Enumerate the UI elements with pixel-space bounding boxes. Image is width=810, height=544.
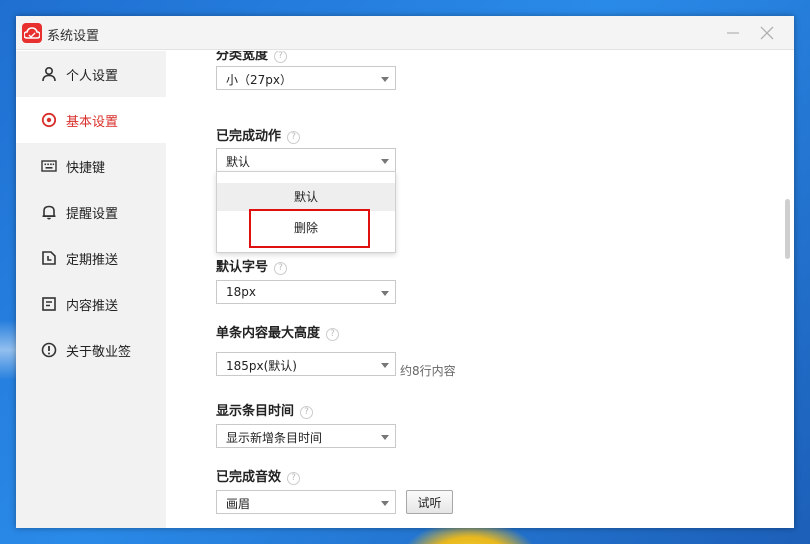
bell-icon bbox=[42, 205, 56, 220]
minimize-button[interactable] bbox=[722, 22, 744, 44]
chevron-down-icon bbox=[381, 363, 389, 368]
default-font-size-value: 18px bbox=[226, 285, 256, 299]
close-icon bbox=[760, 26, 774, 40]
sidebar-item-personal[interactable]: 个人设置 bbox=[16, 51, 166, 97]
target-icon bbox=[41, 112, 57, 128]
max-height-title: 单条内容最大高度? bbox=[216, 322, 340, 341]
chevron-down-icon bbox=[381, 435, 389, 440]
settings-window: 系统设置 个人设置 基本设置 快捷键 提醒设置 定期推送 内容推送 关于敬业签 … bbox=[16, 16, 794, 528]
sidebar-item-shortcuts[interactable]: 快捷键 bbox=[16, 143, 166, 189]
sidebar-item-label: 提醒设置 bbox=[66, 207, 119, 222]
desktop-wallpaper-streak bbox=[0, 320, 16, 380]
sidebar-item-content-push[interactable]: 内容推送 bbox=[16, 281, 166, 327]
sidebar-item-basic[interactable]: 基本设置 bbox=[16, 97, 166, 143]
title-bar: 系统设置 bbox=[16, 16, 794, 50]
sidebar-item-label: 快捷键 bbox=[66, 161, 106, 176]
dropdown-option-default[interactable]: 默认 bbox=[217, 183, 395, 211]
help-icon[interactable]: ? bbox=[300, 406, 314, 419]
complete-sound-select[interactable]: 画眉 bbox=[216, 490, 396, 514]
max-height-label: 单条内容最大高度 bbox=[216, 326, 321, 341]
completed-action-dropdown: 默认 删除 bbox=[216, 171, 396, 253]
completed-action-title: 已完成动作? bbox=[216, 125, 301, 144]
listen-button[interactable]: 试听 bbox=[406, 490, 453, 514]
category-width-title: 分类宽度? bbox=[216, 51, 288, 63]
app-logo-icon bbox=[22, 23, 42, 43]
max-height-value: 185px(默认) bbox=[226, 359, 297, 373]
info-icon bbox=[41, 342, 57, 358]
sidebar-item-label: 内容推送 bbox=[66, 299, 119, 314]
sidebar-item-label: 关于敬业签 bbox=[66, 345, 132, 360]
completed-action-select[interactable]: 默认 bbox=[216, 148, 396, 172]
category-width-select[interactable]: 小（27px） bbox=[216, 66, 396, 90]
settings-content: 分类宽度? 小（27px） 已完成动作? 默认 默认字号? 18px 单条内容最… bbox=[166, 51, 794, 528]
default-font-size-select[interactable]: 18px bbox=[216, 280, 396, 304]
complete-sound-title: 已完成音效? bbox=[216, 466, 301, 485]
completed-action-label: 已完成动作 bbox=[216, 129, 282, 144]
sidebar-item-label: 定期推送 bbox=[66, 253, 119, 268]
chevron-down-icon bbox=[381, 159, 389, 164]
sidebar-item-scheduled-push[interactable]: 定期推送 bbox=[16, 235, 166, 281]
complete-sound-label: 已完成音效 bbox=[216, 470, 282, 485]
complete-sound-value: 画眉 bbox=[226, 497, 251, 511]
completed-action-value: 默认 bbox=[226, 155, 251, 169]
help-icon[interactable]: ? bbox=[274, 51, 288, 63]
max-height-select[interactable]: 185px(默认) bbox=[216, 352, 396, 376]
sidebar-item-about[interactable]: 关于敬业签 bbox=[16, 327, 166, 373]
category-width-value: 小（27px） bbox=[226, 73, 292, 87]
default-font-size-label: 默认字号 bbox=[216, 260, 269, 275]
show-time-value: 显示新增条目时间 bbox=[226, 431, 323, 445]
sidebar: 个人设置 基本设置 快捷键 提醒设置 定期推送 内容推送 关于敬业签 bbox=[16, 51, 166, 528]
sidebar-item-reminder[interactable]: 提醒设置 bbox=[16, 189, 166, 235]
user-icon bbox=[42, 66, 56, 82]
window-title: 系统设置 bbox=[47, 29, 100, 44]
show-time-label: 显示条目时间 bbox=[216, 404, 295, 419]
chevron-down-icon bbox=[381, 291, 389, 296]
help-icon[interactable]: ? bbox=[326, 328, 340, 341]
show-time-select[interactable]: 显示新增条目时间 bbox=[216, 424, 396, 448]
chevron-down-icon bbox=[381, 77, 389, 82]
calendar-clock-icon bbox=[42, 251, 56, 265]
close-button[interactable] bbox=[756, 22, 778, 44]
category-width-label: 分类宽度 bbox=[216, 51, 269, 63]
help-icon[interactable]: ? bbox=[274, 262, 288, 275]
sidebar-item-label: 个人设置 bbox=[66, 69, 119, 84]
help-icon[interactable]: ? bbox=[287, 472, 301, 485]
help-icon[interactable]: ? bbox=[287, 131, 301, 144]
keyboard-icon bbox=[41, 160, 57, 172]
document-icon bbox=[42, 297, 56, 311]
sidebar-item-label: 基本设置 bbox=[66, 115, 119, 130]
highlight-box bbox=[249, 209, 370, 248]
show-time-title: 显示条目时间? bbox=[216, 400, 314, 419]
default-font-size-title: 默认字号? bbox=[216, 256, 288, 275]
scrollbar-thumb[interactable] bbox=[785, 199, 790, 259]
chevron-down-icon bbox=[381, 501, 389, 506]
minimize-icon bbox=[727, 32, 739, 34]
max-height-hint: 约8行内容 bbox=[400, 364, 456, 378]
